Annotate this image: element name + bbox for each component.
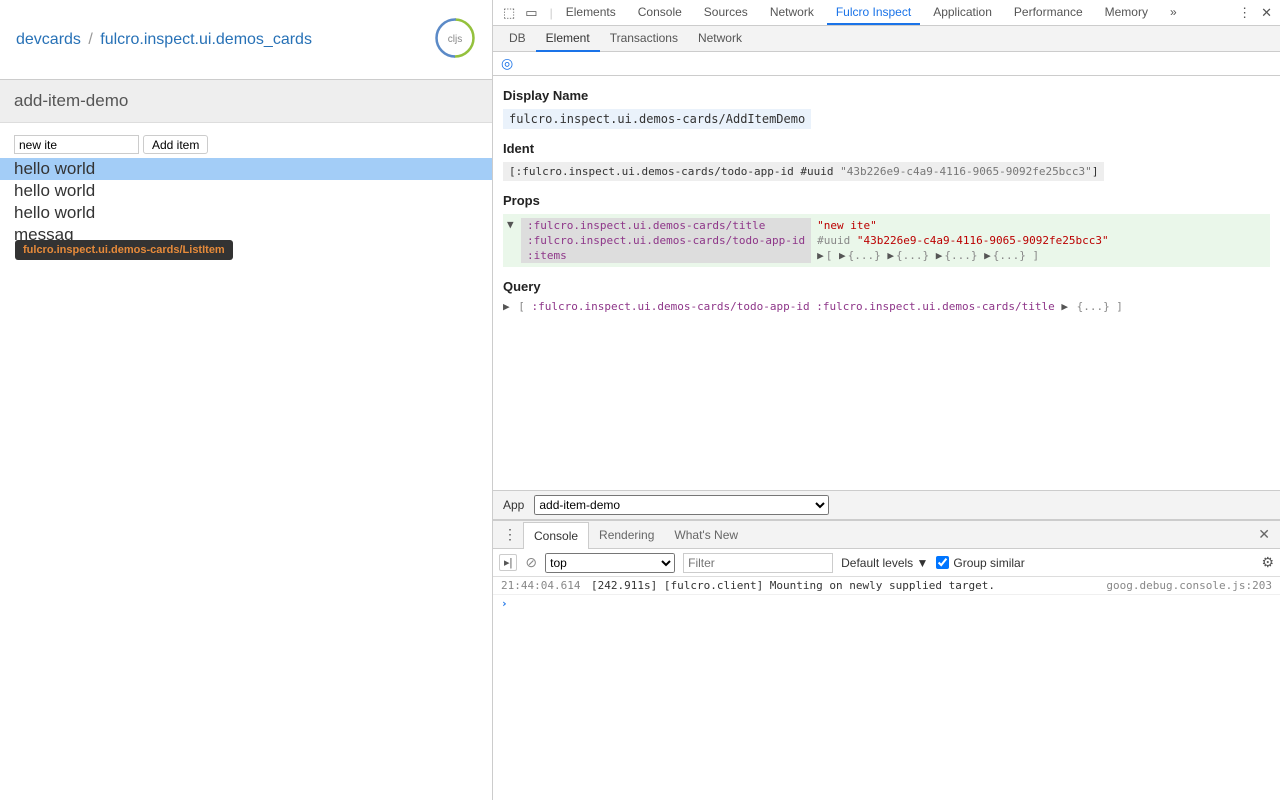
subtab-element[interactable]: Element (536, 26, 600, 52)
group-similar-label: Group similar (953, 556, 1024, 570)
console-output[interactable]: 21:44:04.614 [242.911s] [fulcro.client] … (493, 577, 1280, 800)
ident-uuid: "43b226e9-c4a9-4116-9065-9092fe25bcc3" (840, 165, 1092, 178)
query-expand-toggle[interactable]: ▶ (503, 300, 512, 313)
element-toolbar: ◎ (493, 52, 1280, 76)
tab-fulcro-inspect[interactable]: Fulcro Inspect (827, 1, 920, 25)
tab-application[interactable]: Application (924, 1, 1001, 25)
props-key[interactable]: :fulcro.inspect.ui.demos-cards/todo-app-… (521, 233, 811, 248)
list-item[interactable]: hello world (0, 180, 492, 202)
add-item-button[interactable]: Add item (143, 135, 208, 154)
app-select[interactable]: add-item-demo (534, 495, 829, 515)
query-expand-toggle[interactable]: ▶ (1061, 300, 1070, 313)
fulcro-subtabs: DB Element Transactions Network (493, 26, 1280, 52)
console-log-line[interactable]: 21:44:04.614 [242.911s] [fulcro.client] … (493, 577, 1280, 595)
drawer-menu-icon[interactable]: ⋮ (497, 526, 523, 543)
console-levels-dropdown[interactable]: Default levels ▼ (841, 556, 928, 570)
drawer-close-icon[interactable]: ✕ (1252, 526, 1276, 543)
ident-label: Ident (503, 141, 1270, 156)
app-label: App (503, 498, 524, 512)
pick-element-icon[interactable]: ◎ (501, 55, 513, 72)
svg-text:cljs: cljs (448, 34, 463, 45)
props-row: :fulcro.inspect.ui.demos-cards/todo-app-… (521, 233, 1115, 248)
props-row: :fulcro.inspect.ui.demos-cards/title "ne… (521, 218, 1115, 233)
tab-memory[interactable]: Memory (1096, 1, 1157, 25)
drawer-tab-rendering[interactable]: Rendering (589, 522, 664, 548)
ident-close: ] (1092, 165, 1099, 178)
card-body: fulcro.inspect.ui.demos-cards/ListItem A… (0, 123, 492, 246)
ident-value[interactable]: [:fulcro.inspect.ui.demos-cards/todo-app… (503, 162, 1104, 181)
breadcrumb-page-link[interactable]: fulcro.inspect.ui.demos_cards (100, 31, 312, 48)
console-context-select[interactable]: top (545, 553, 675, 573)
drawer-tab-whatsnew[interactable]: What's New (664, 522, 748, 548)
query-keyword: :fulcro.inspect.ui.demos-cards/todo-app-… (532, 300, 810, 313)
console-drawer-tabs: ⋮ Console Rendering What's New ✕ (493, 521, 1280, 549)
props-key[interactable]: :items (521, 248, 811, 263)
item-list: hello world hello world hello world mess… (0, 158, 492, 246)
props-value[interactable]: ▶[ ▶{...} ▶{...} ▶{...} ▶{...} ] (811, 248, 1114, 263)
log-timestamp: 21:44:04.614 (501, 579, 591, 592)
console-drawer: ⋮ Console Rendering What's New ✕ ▸| ⊘ to… (493, 520, 1280, 800)
console-settings-icon[interactable]: ⚙ (1261, 554, 1274, 571)
display-name-value[interactable]: fulcro.inspect.ui.demos-cards/AddItemDem… (503, 109, 811, 129)
kebab-menu-icon[interactable]: ⋮ (1238, 5, 1251, 21)
subtab-db[interactable]: DB (499, 26, 536, 52)
props-label: Props (503, 193, 1270, 208)
console-prompt[interactable]: › (493, 595, 1280, 612)
display-name-label: Display Name (503, 88, 1270, 103)
breadcrumb-separator: / (85, 31, 95, 48)
devtools-close-icon[interactable]: ✕ (1261, 5, 1272, 21)
tab-sources[interactable]: Sources (695, 1, 757, 25)
subtab-transactions[interactable]: Transactions (600, 26, 688, 52)
query-keyword: :fulcro.inspect.ui.demos-cards/title (816, 300, 1054, 313)
group-similar-checkbox[interactable]: Group similar (936, 556, 1024, 570)
props-value[interactable]: "new ite" (811, 218, 1114, 233)
list-item[interactable]: hello world (0, 158, 492, 180)
devcards-pane: devcards / fulcro.inspect.ui.demos_cards… (0, 0, 493, 800)
element-hover-tooltip: fulcro.inspect.ui.demos-cards/ListItem (15, 240, 233, 260)
props-value-box: ▼ :fulcro.inspect.ui.demos-cards/title "… (503, 214, 1270, 267)
console-filter-input[interactable] (683, 553, 833, 573)
clojurescript-logo-icon: cljs (434, 17, 476, 62)
devcards-header: devcards / fulcro.inspect.ui.demos_cards… (0, 0, 492, 80)
inspect-element-icon[interactable]: ⬚ (503, 5, 515, 21)
tab-network[interactable]: Network (761, 1, 823, 25)
props-value[interactable]: #uuid "43b226e9-c4a9-4116-9065-9092fe25b… (811, 233, 1114, 248)
tabs-overflow-icon[interactable]: » (1161, 1, 1186, 25)
group-similar-input[interactable] (936, 556, 949, 569)
console-toolbar: ▸| ⊘ top Default levels ▼ Group similar … (493, 549, 1280, 577)
ident-key: [:fulcro.inspect.ui.demos-cards/todo-app… (509, 165, 840, 178)
card-title: add-item-demo (0, 80, 492, 123)
subtab-network[interactable]: Network (688, 26, 752, 52)
new-item-input[interactable] (14, 135, 139, 154)
device-toggle-icon[interactable]: ▭ (525, 5, 537, 21)
log-source-link[interactable]: goog.debug.console.js:203 (1106, 579, 1272, 592)
app-selector-row: App add-item-demo (493, 490, 1280, 520)
query-label: Query (503, 279, 1270, 294)
devtools-tabbar: ⬚ ▭ | Elements Console Sources Network F… (493, 0, 1280, 26)
props-key[interactable]: :fulcro.inspect.ui.demos-cards/title (521, 218, 811, 233)
list-item[interactable]: hello world (0, 202, 492, 224)
props-row: :items ▶[ ▶{...} ▶{...} ▶{...} ▶{...} ] (521, 248, 1115, 263)
log-message: [242.911s] [fulcro.client] Mounting on n… (591, 579, 1106, 592)
breadcrumb-root-link[interactable]: devcards (16, 31, 81, 48)
tab-console[interactable]: Console (629, 1, 691, 25)
console-sidebar-toggle-icon[interactable]: ▸| (499, 554, 517, 571)
tab-performance[interactable]: Performance (1005, 1, 1092, 25)
props-expand-toggle[interactable]: ▼ (507, 218, 521, 263)
element-panel-body: Display Name fulcro.inspect.ui.demos-car… (493, 76, 1280, 490)
query-value[interactable]: ▶ [ :fulcro.inspect.ui.demos-cards/todo-… (503, 300, 1270, 313)
tab-elements[interactable]: Elements (557, 1, 625, 25)
clear-console-icon[interactable]: ⊘ (525, 554, 537, 571)
devtools-pane: ⬚ ▭ | Elements Console Sources Network F… (493, 0, 1280, 800)
drawer-tab-console[interactable]: Console (523, 522, 589, 549)
breadcrumb: devcards / fulcro.inspect.ui.demos_cards (16, 31, 312, 49)
